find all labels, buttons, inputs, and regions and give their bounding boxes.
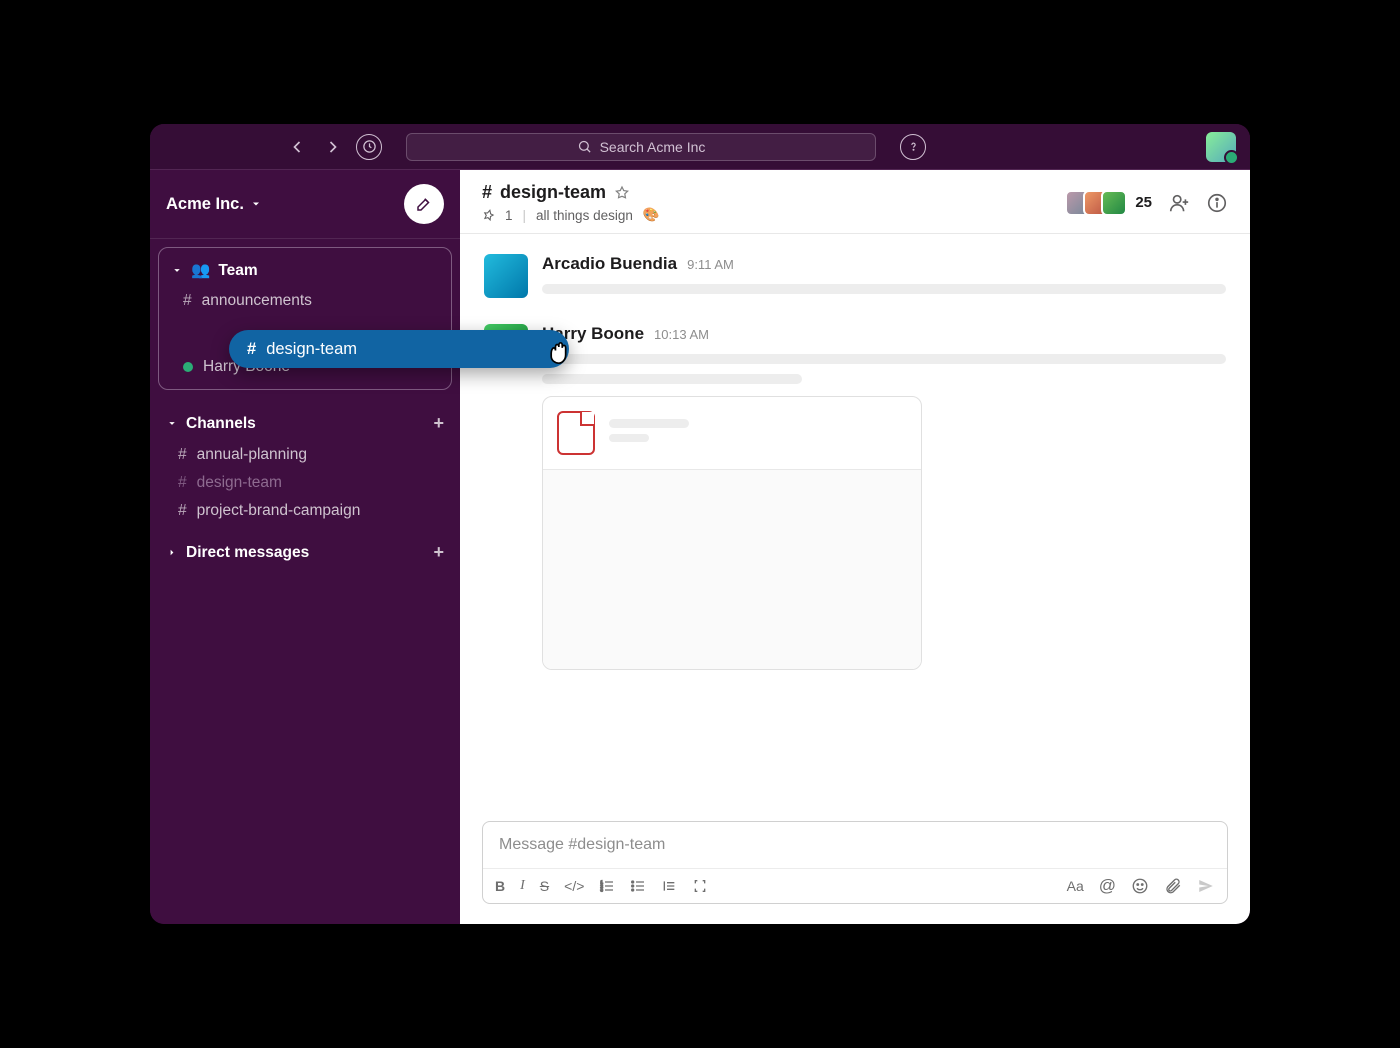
- palette-emoji-icon: 🎨: [643, 207, 660, 223]
- help-button[interactable]: [900, 134, 926, 160]
- dms-section-header[interactable]: Direct messages +: [156, 535, 454, 570]
- file-preview: [543, 469, 921, 669]
- format-button[interactable]: Aa: [1067, 878, 1084, 894]
- compose-button[interactable]: [404, 184, 444, 224]
- hash-icon: #: [482, 182, 492, 203]
- caret-right-icon: [166, 547, 178, 558]
- message-time: 10:13 AM: [654, 327, 709, 342]
- message-text-placeholder: [542, 374, 802, 384]
- search-bar[interactable]: Search Acme Inc: [406, 133, 876, 161]
- composer-input[interactable]: Message #design-team: [483, 822, 1227, 868]
- message-text-placeholder: [542, 354, 1226, 364]
- composer-toolbar: B I S </> 123: [483, 868, 1227, 903]
- add-channel-button[interactable]: +: [433, 413, 444, 434]
- mention-button[interactable]: @: [1099, 876, 1116, 896]
- caret-down-icon: [166, 418, 178, 429]
- message-list[interactable]: Arcadio Buendia 9:11 AM Harry Boone 10:1…: [460, 234, 1250, 821]
- add-people-button[interactable]: [1168, 192, 1190, 214]
- forward-button[interactable]: [320, 134, 346, 160]
- code-block-button[interactable]: [692, 878, 708, 894]
- channels-section-header[interactable]: Channels +: [156, 406, 454, 441]
- star-icon[interactable]: [614, 185, 630, 201]
- message-author[interactable]: Arcadio Buendia: [542, 254, 677, 274]
- member-avatars: [1065, 190, 1127, 216]
- hash-icon: #: [178, 446, 187, 464]
- top-bar: Search Acme Inc: [150, 124, 1250, 170]
- sidebar-item-design-team[interactable]: # design-team: [156, 469, 454, 497]
- channel-title[interactable]: # design-team: [482, 182, 660, 203]
- channel-topic[interactable]: all things design: [536, 208, 633, 223]
- hash-icon: #: [178, 502, 187, 520]
- sidebar-item-annual-planning[interactable]: # annual-planning: [156, 441, 454, 469]
- strike-button[interactable]: S: [540, 878, 549, 894]
- history-button[interactable]: [356, 134, 382, 160]
- team-label: Team: [218, 262, 257, 280]
- pdf-icon: [557, 411, 595, 455]
- code-button[interactable]: </>: [564, 878, 584, 894]
- avatar[interactable]: [484, 254, 528, 298]
- search-icon: [577, 139, 592, 154]
- svg-text:3: 3: [601, 887, 604, 892]
- presence-dot-icon: [183, 362, 193, 372]
- bullet-list-button[interactable]: [630, 878, 646, 894]
- channel-header: # design-team 1 | all things design 🎨: [460, 170, 1250, 234]
- message-text-placeholder: [542, 284, 1226, 294]
- sidebar-item-announcements[interactable]: # announcements: [161, 287, 449, 315]
- team-section: 👥 Team # announcements Harry Boone # des…: [158, 247, 452, 390]
- attach-button[interactable]: [1164, 877, 1182, 895]
- hash-icon: #: [178, 474, 187, 492]
- dragging-channel-pill[interactable]: # design-team: [229, 330, 569, 368]
- message: Harry Boone 10:13 AM: [484, 324, 1226, 670]
- sidebar: Acme Inc. 👥 Team # announcements: [150, 170, 460, 924]
- chevron-down-icon: [250, 198, 262, 210]
- history-nav: [284, 134, 382, 160]
- member-count: 25: [1135, 194, 1152, 211]
- workspace-name: Acme Inc.: [166, 195, 244, 214]
- message: Arcadio Buendia 9:11 AM: [484, 254, 1226, 298]
- caret-down-icon: [171, 265, 183, 276]
- slack-app: Search Acme Inc Acme Inc. 👥: [150, 124, 1250, 924]
- user-avatar[interactable]: [1206, 132, 1236, 162]
- channel-meta: 1 | all things design 🎨: [482, 207, 660, 223]
- bold-button[interactable]: B: [495, 878, 505, 894]
- hash-icon: #: [183, 292, 192, 310]
- italic-button[interactable]: I: [520, 878, 525, 894]
- ordered-list-button[interactable]: 123: [599, 878, 615, 894]
- hash-icon: #: [247, 340, 256, 359]
- emoji-button[interactable]: [1131, 877, 1149, 895]
- channel-details-button[interactable]: [1206, 192, 1228, 214]
- file-name-placeholder: [609, 419, 689, 428]
- pin-count[interactable]: 1: [505, 208, 513, 223]
- message-composer: Message #design-team B I S </> 123: [482, 821, 1228, 904]
- blockquote-button[interactable]: [661, 878, 677, 894]
- workspace-header[interactable]: Acme Inc.: [150, 170, 460, 239]
- grab-cursor-icon: [541, 336, 575, 370]
- send-button[interactable]: [1197, 877, 1215, 895]
- file-attachment[interactable]: [542, 396, 922, 670]
- dms-section: Direct messages +: [150, 527, 460, 572]
- channel-view: # design-team 1 | all things design 🎨: [460, 170, 1250, 924]
- search-placeholder: Search Acme Inc: [600, 139, 706, 155]
- people-icon: 👥: [191, 261, 210, 280]
- pin-icon[interactable]: [482, 209, 495, 222]
- channels-section: Channels + # annual-planning # design-te…: [150, 398, 460, 527]
- file-meta-placeholder: [609, 434, 649, 442]
- message-time: 9:11 AM: [687, 257, 734, 272]
- avatar: [1101, 190, 1127, 216]
- back-button[interactable]: [284, 134, 310, 160]
- add-dm-button[interactable]: +: [433, 542, 444, 563]
- member-summary[interactable]: 25: [1065, 190, 1152, 216]
- team-section-header[interactable]: 👥 Team: [161, 254, 449, 287]
- sidebar-item-project-brand-campaign[interactable]: # project-brand-campaign: [156, 497, 454, 525]
